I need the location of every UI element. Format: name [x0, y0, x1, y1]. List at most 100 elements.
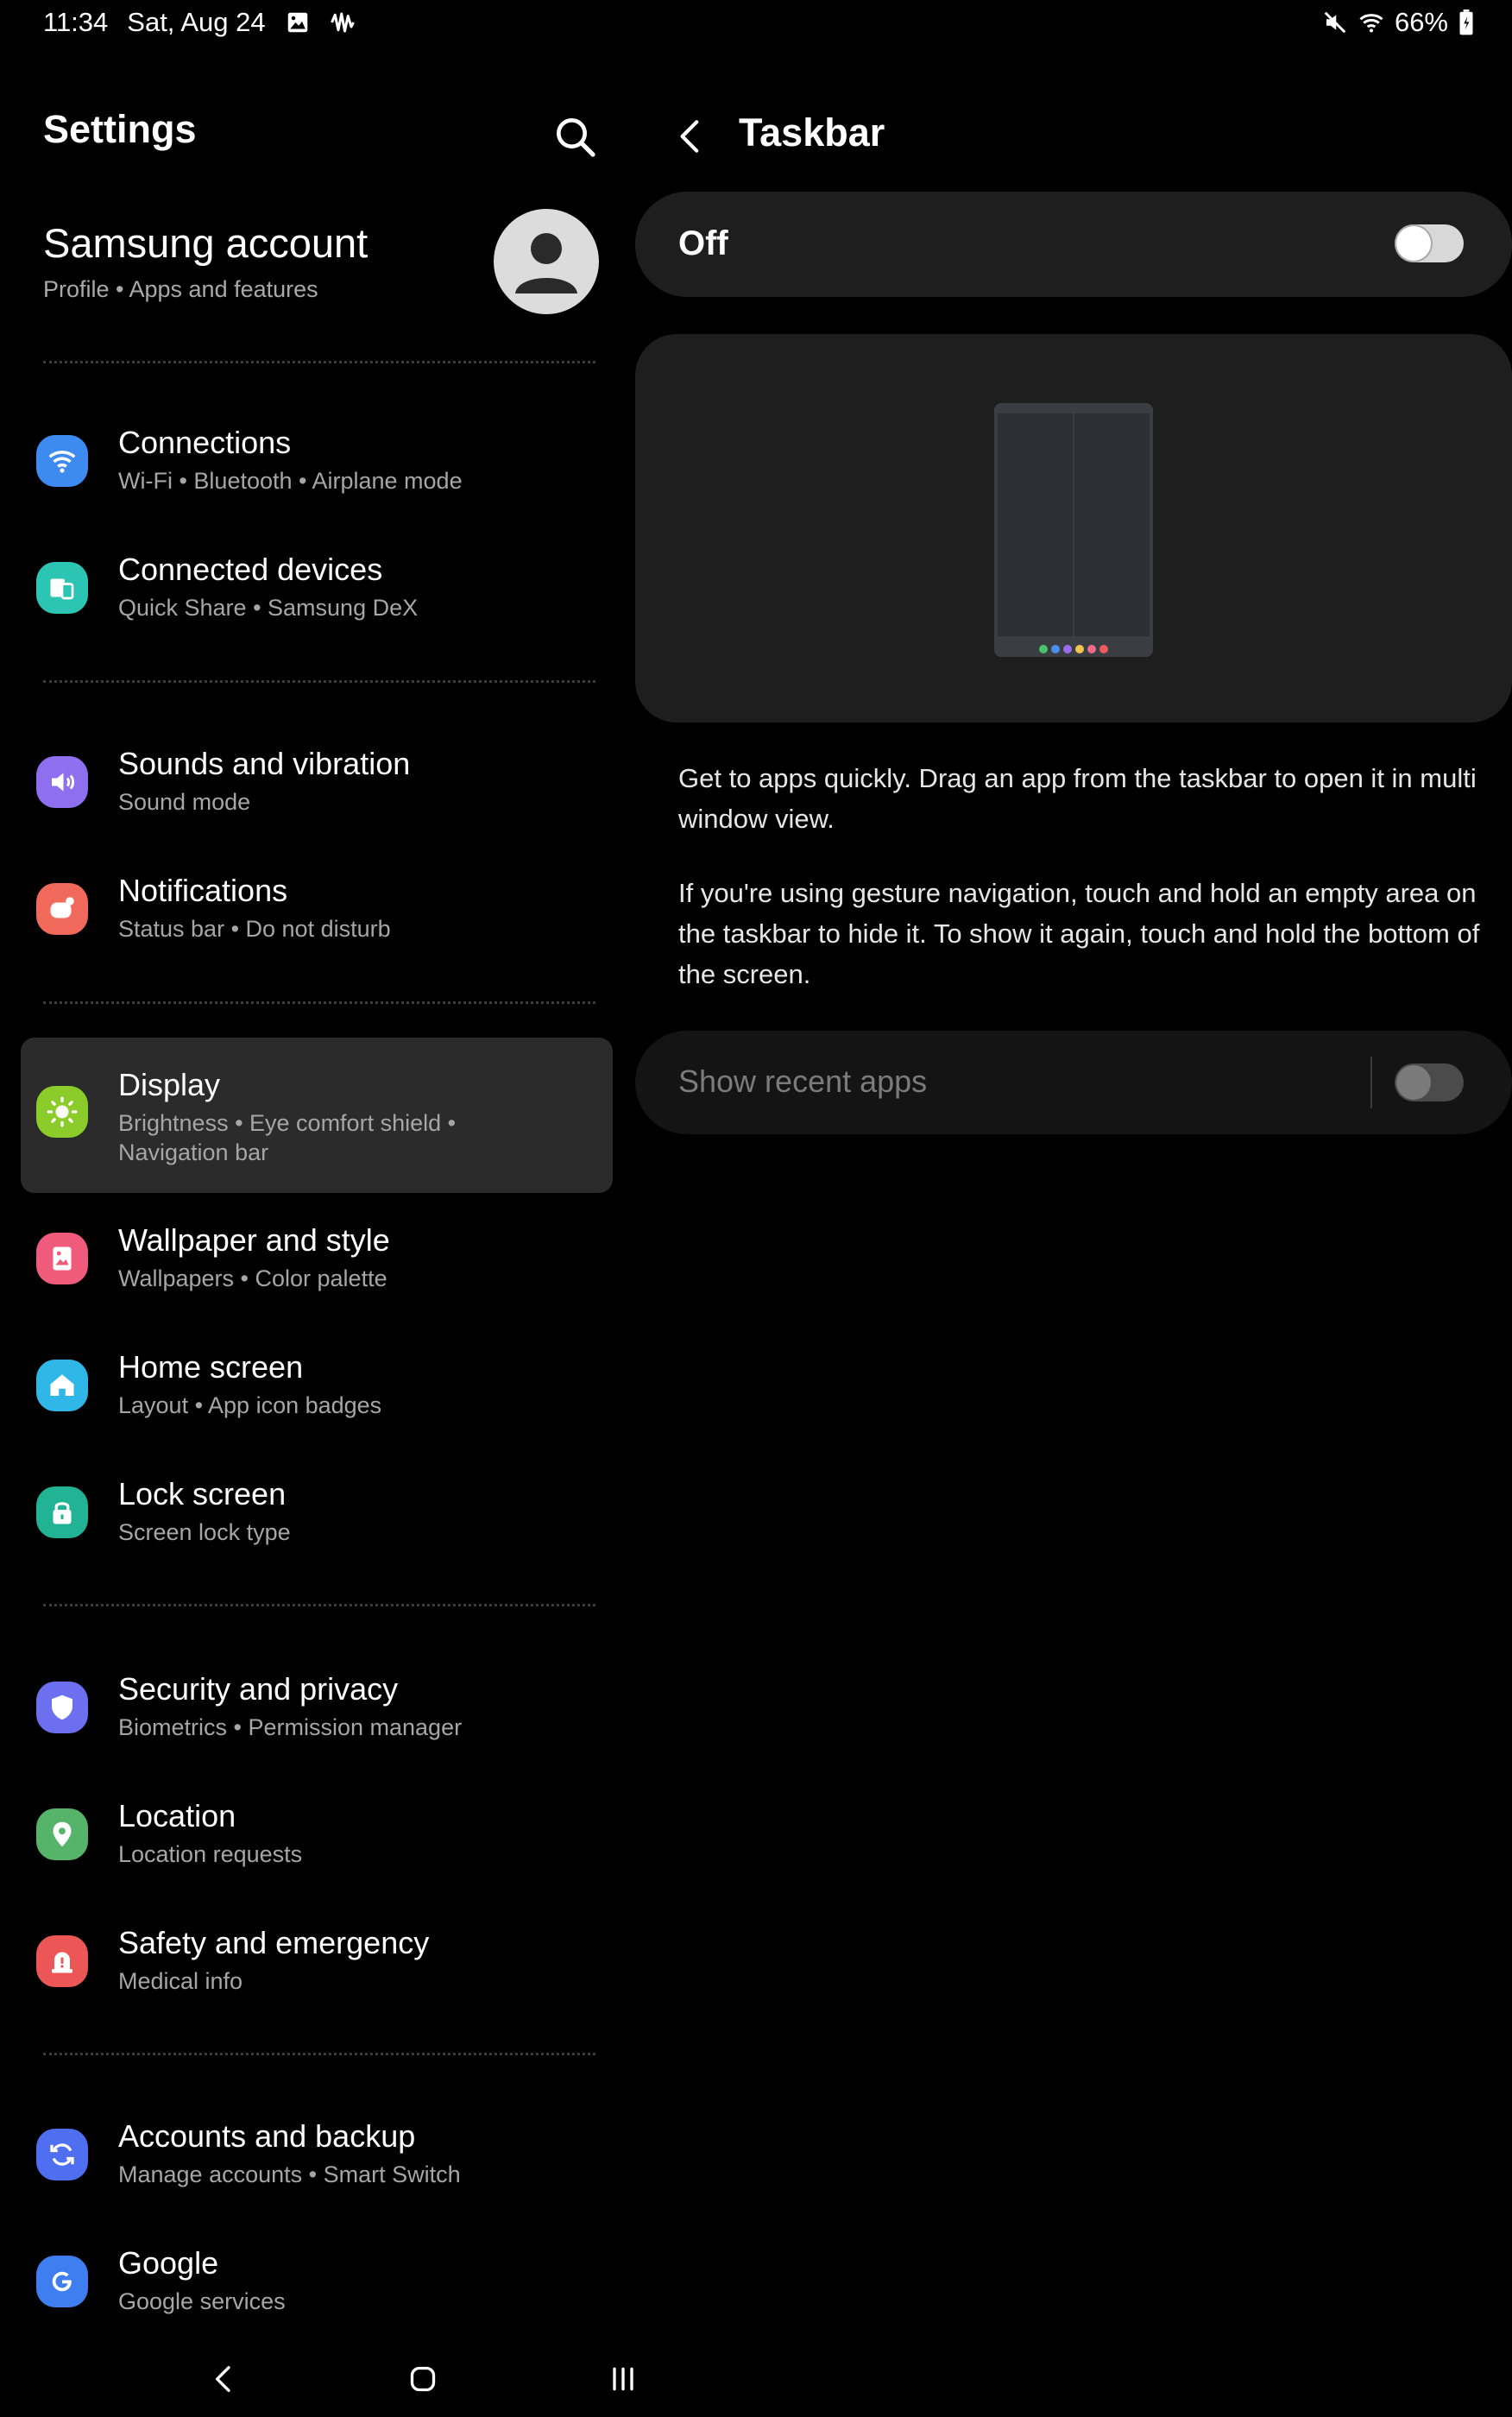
notification-icon: [36, 883, 88, 935]
account-subtitle: Profile • Apps and features: [43, 276, 318, 302]
description-text: If you're using gesture navigation, touc…: [678, 878, 1480, 989]
menu-item-location[interactable]: Location Location requests: [21, 1779, 613, 1891]
gallery-icon: [287, 12, 307, 33]
battery-icon: [1459, 9, 1473, 35]
menu-item-subtitle: Wallpapers • Color palette: [118, 1265, 387, 1291]
person-icon: [515, 233, 577, 293]
nav-back-button[interactable]: [198, 2353, 250, 2405]
device-right-panel: [1074, 413, 1150, 636]
lock-icon: [36, 1486, 88, 1538]
avatar[interactable]: [494, 209, 599, 314]
back-arrow-icon[interactable]: [670, 112, 713, 161]
menu-item-accounts-and-backup[interactable]: Accounts and backup Manage accounts • Sm…: [21, 2099, 613, 2212]
menu-item-title: Sounds and vibration: [118, 746, 411, 781]
page-title: Settings: [43, 107, 197, 151]
menu-item-title: Home screen: [118, 1349, 304, 1385]
menu-item-subtitle: Status bar • Do not disturb: [118, 916, 391, 942]
menu-item-connections[interactable]: Connections Wi-Fi • Bluetooth • Airplane…: [21, 406, 613, 518]
menu-item-subtitle: Wi-Fi • Bluetooth • Airplane mode: [118, 468, 463, 494]
taskbar-app-dot: [1063, 645, 1072, 653]
home-icon: [36, 1360, 88, 1411]
menu-item-notifications[interactable]: Notifications Status bar • Do not distur…: [21, 854, 613, 966]
menu-item-sounds-and-vibration[interactable]: Sounds and vibration Sound mode: [21, 727, 613, 839]
section-divider: [43, 1604, 595, 1606]
nav-home-button[interactable]: [397, 2353, 449, 2405]
menu-item-title: Lock screen: [118, 1476, 287, 1511]
shield-icon: [36, 1682, 88, 1733]
volume-icon: [36, 756, 88, 808]
search-icon[interactable]: [551, 112, 599, 161]
menu-item-title: Google: [118, 2245, 219, 2281]
menu-item-subtitle: Manage accounts • Smart Switch: [118, 2161, 461, 2187]
menu-item-title: Notifications: [118, 873, 288, 908]
menu-item-display[interactable]: Display Brightness • Eye comfort shield …: [21, 1038, 613, 1193]
taskbar-app-dot: [1075, 645, 1084, 653]
location-pin-icon: [36, 1808, 88, 1860]
toggle-knob: [1396, 226, 1431, 261]
samsung-account-item[interactable]: Samsung account Profile • Apps and featu…: [43, 209, 604, 331]
menu-item-title: Connections: [118, 425, 292, 460]
taskbar-dots: [1039, 645, 1108, 653]
taskbar-master-switch-row[interactable]: Off: [635, 192, 1512, 297]
menu-item-subtitle: Location requests: [118, 1841, 303, 1867]
section-divider: [43, 1001, 595, 1004]
section-divider: [43, 361, 595, 363]
toggle-knob: [1396, 1065, 1431, 1100]
menu-item-title: Connected devices: [118, 552, 383, 587]
sync-icon: [36, 2129, 88, 2180]
screen: 11:34 Sat, Aug 24 66% Settings Samsung a…: [0, 0, 1512, 2417]
description-text: Get to apps quickly. Drag an app from th…: [678, 763, 1477, 834]
back-icon: [216, 2366, 230, 2392]
menu-item-subtitle: Biometrics • Permission manager: [118, 1714, 463, 1740]
mute-icon: [1324, 11, 1346, 34]
status-time: 11:34: [43, 7, 109, 37]
device-left-panel: [998, 413, 1073, 636]
menu-item-title: Wallpaper and style: [118, 1222, 390, 1258]
menu-item-subtitle: Layout • App icon badges: [118, 1392, 382, 1418]
account-title: Samsung account: [43, 220, 369, 266]
section-divider: [43, 680, 595, 683]
taskbar-app-dot: [1099, 645, 1108, 653]
taskbar-toggle[interactable]: [1395, 224, 1464, 262]
battery-percent: 66%: [1394, 7, 1448, 37]
menu-item-safety-and-emergency[interactable]: Safety and emergency Medical info: [21, 1906, 613, 2018]
menu-item-lock-screen[interactable]: Lock screen Screen lock type: [21, 1457, 613, 1569]
menu-item-subtitle: Quick Share • Samsung DeX: [118, 595, 419, 621]
recents-icon: [613, 2367, 633, 2391]
taskbar-app-dot: [1051, 645, 1060, 653]
divider: [1370, 1057, 1372, 1108]
menu-item-title: Security and privacy: [118, 1671, 399, 1707]
taskbar-app-dot: [1039, 645, 1048, 653]
navigation-bar: [0, 2341, 1512, 2417]
siren-icon: [36, 1935, 88, 1987]
wifi-icon: [36, 435, 88, 487]
nav-recents-button[interactable]: [597, 2353, 649, 2405]
master-switch-label: Off: [678, 224, 728, 262]
devices-icon: [36, 562, 88, 614]
menu-item-title: Safety and emergency: [118, 1925, 430, 1960]
menu-item-security-and-privacy[interactable]: Security and privacy Biometrics • Permis…: [21, 1652, 613, 1764]
menu-item-title: Accounts and backup: [118, 2118, 416, 2154]
menu-item-title: Display: [118, 1067, 221, 1102]
wallpaper-icon: [36, 1233, 88, 1284]
google-icon: [36, 2256, 88, 2307]
taskbar-app-dot: [1087, 645, 1096, 653]
status-date: Sat, Aug 24: [127, 7, 266, 37]
menu-item-subtitle: Brightness • Eye comfort shield • Naviga…: [118, 1110, 457, 1165]
sun-icon: [36, 1086, 88, 1138]
menu-item-subtitle: Google services: [118, 2288, 286, 2314]
detail-title: Taskbar: [739, 110, 885, 155]
menu-item-home-screen[interactable]: Home screen Layout • App icon badges: [21, 1330, 613, 1442]
show-recent-apps-row[interactable]: Show recent apps: [635, 1031, 1512, 1134]
settings-list-pane: Settings Samsung account Profile • Apps …: [0, 47, 616, 2343]
device-illustration: [994, 403, 1153, 657]
menu-item-google[interactable]: Google Google services: [21, 2226, 613, 2338]
menu-item-title: Location: [118, 1798, 236, 1833]
recent-apps-toggle[interactable]: [1395, 1063, 1464, 1101]
recent-apps-label: Show recent apps: [678, 1063, 928, 1099]
sound-wave-icon: [330, 12, 355, 33]
menu-item-wallpaper-and-style[interactable]: Wallpaper and style Wallpapers • Color p…: [21, 1203, 613, 1316]
menu-item-subtitle: Medical info: [118, 1968, 243, 1994]
menu-item-subtitle: Screen lock type: [118, 1519, 291, 1545]
menu-item-connected-devices[interactable]: Connected devices Quick Share • Samsung …: [21, 533, 613, 645]
